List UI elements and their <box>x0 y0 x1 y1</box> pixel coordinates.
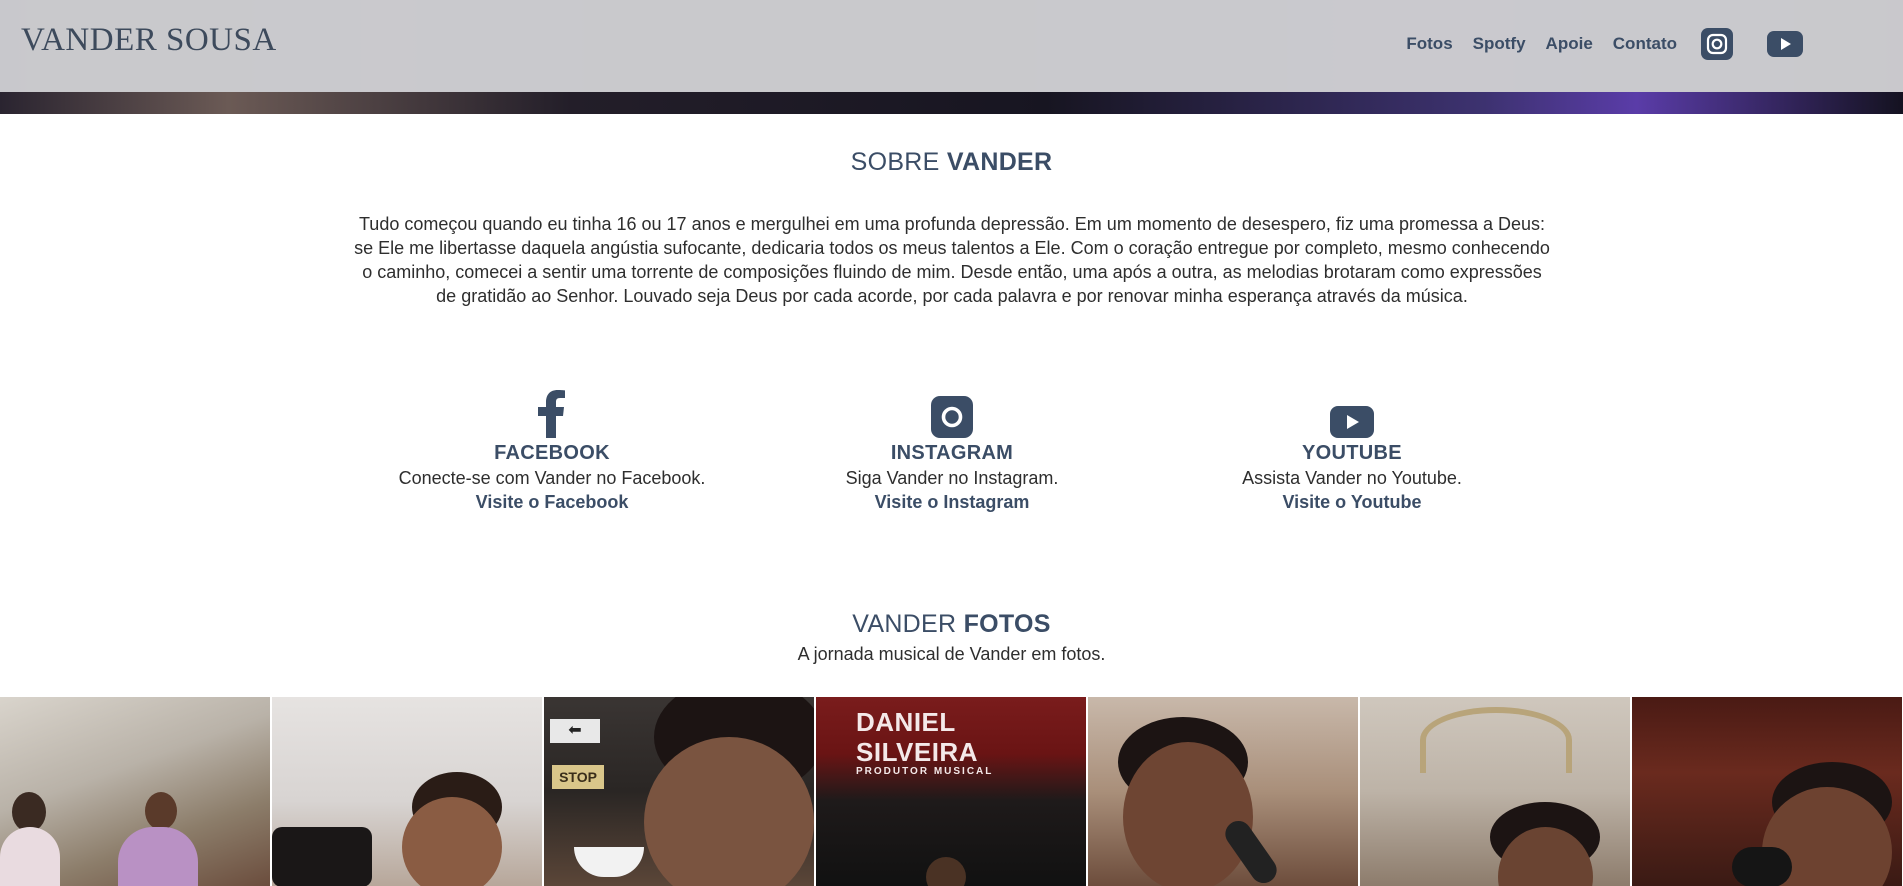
person-head <box>926 857 966 886</box>
gallery-photo[interactable]: ⬅ STOP <box>544 697 814 886</box>
brand-logo[interactable]: VANDER SOUSA <box>21 22 277 59</box>
social-desc: Assista Vander no Youtube. <box>1242 468 1462 488</box>
gallery-photo[interactable] <box>1360 697 1630 886</box>
nav-link-contato[interactable]: Contato <box>1613 24 1677 64</box>
social-name: FACEBOOK <box>494 442 610 464</box>
person-head <box>1123 742 1253 886</box>
social-name: YOUTUBE <box>1302 442 1402 464</box>
sign-subtext: PRODUTOR MUSICAL <box>856 766 994 777</box>
instagram-icon[interactable] <box>1701 28 1733 60</box>
facebook-link[interactable]: Visite o Facebook <box>352 490 752 514</box>
person-body <box>118 827 198 886</box>
studio-sign: DANIEL SILVEIRA PRODUTOR MUSICAL <box>856 707 1056 777</box>
person-head <box>402 797 502 886</box>
person-body <box>0 827 60 886</box>
instrument <box>272 827 372 886</box>
social-desc: Conecte-se com Vander no Facebook. <box>398 468 706 488</box>
about-text: Tudo começou quando eu tinha 16 ou 17 an… <box>354 214 1550 306</box>
nav-link-fotos[interactable]: Fotos <box>1406 24 1452 64</box>
nav-links: Fotos Spotfy Apoie Contato <box>1386 24 1803 64</box>
facebook-icon <box>352 388 752 438</box>
gallery-photo[interactable] <box>272 697 542 886</box>
arrow-sign: ⬅ <box>550 719 600 743</box>
wall-ornament <box>1420 707 1572 773</box>
youtube-link[interactable]: Visite o Youtube <box>1152 490 1552 514</box>
about-title-bold: VANDER <box>946 148 1053 176</box>
navbar: VANDER SOUSA Fotos Spotfy Apoie Contato <box>0 0 1903 92</box>
stop-sign: STOP <box>552 765 604 789</box>
person-head <box>145 792 177 830</box>
sign-text: DANIEL SILVEIRA <box>856 707 978 767</box>
instagram-link[interactable]: Visite o Instagram <box>752 490 1152 514</box>
person-head <box>12 792 46 832</box>
nav-link-apoie[interactable]: Apoie <box>1546 24 1593 64</box>
social-card-facebook: FACEBOOK Conecte-se com Vander no Facebo… <box>352 388 752 514</box>
photos-title: VANDER FOTOS <box>0 610 1903 639</box>
social-card-instagram: INSTAGRAM Siga Vander no Instagram. Visi… <box>752 388 1152 514</box>
social-name: INSTAGRAM <box>890 442 1014 464</box>
gallery-photo[interactable] <box>1632 697 1902 886</box>
about-title: SOBRE VANDER <box>0 148 1903 177</box>
youtube-icon[interactable] <box>1767 31 1803 57</box>
photos-subtitle: A jornada musical de Vander em fotos. <box>797 644 1106 664</box>
gallery-photo[interactable]: DANIEL SILVEIRA PRODUTOR MUSICAL <box>816 697 1086 886</box>
gallery-photo[interactable] <box>1088 697 1358 886</box>
photos-title-bold: FOTOS <box>963 610 1051 638</box>
photos-title-light: VANDER <box>852 610 964 638</box>
nav-link-spotfy[interactable]: Spotfy <box>1473 24 1526 64</box>
social-desc: Siga Vander no Instagram. <box>845 468 1059 488</box>
about-title-light: SOBRE <box>850 148 947 176</box>
photo-gallery: ⬅ STOP DANIEL SILVEIRA PRODUTOR MUSICAL <box>0 697 1903 886</box>
lamp <box>574 847 644 877</box>
instagram-icon <box>752 388 1152 438</box>
gallery-photo[interactable] <box>0 697 270 886</box>
youtube-icon <box>1152 388 1552 438</box>
social-card-youtube: YOUTUBE Assista Vander no Youtube. Visit… <box>1152 388 1552 514</box>
microphone <box>1732 847 1792 886</box>
